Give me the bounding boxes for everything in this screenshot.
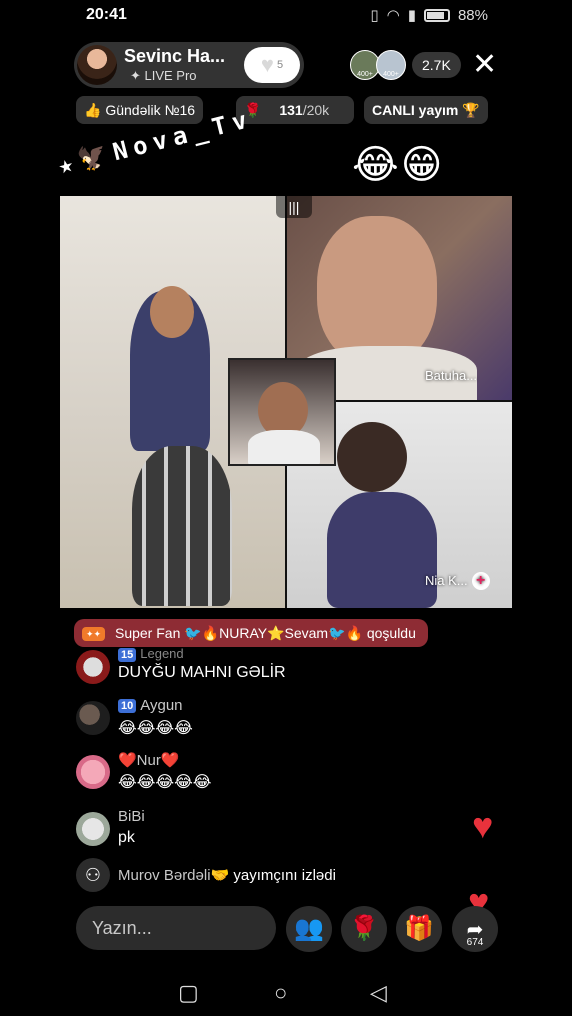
chat-message[interactable]: 10 Aygun 😂😂😂😂 (76, 697, 496, 743)
host-card[interactable]: Sevinc Ha... ✦ LIVE Pro ♥ 5 (74, 42, 304, 88)
guests-button[interactable]: 👥 (286, 906, 332, 952)
share-count: 674 (466, 937, 484, 948)
join-text: 🐦🔥NURAY⭐Sevam🐦🔥 qoşuldu (184, 625, 416, 641)
live-pill[interactable]: CANLI yayım 🏆 (364, 96, 488, 124)
system-nav-bar: ▢ ○ ◁ (0, 974, 572, 1008)
video-tile-guest-3[interactable] (228, 358, 336, 466)
chat-username: BiBi (118, 808, 145, 825)
join-banner: ✦✦ Super Fan 🐦🔥NURAY⭐Sevam🐦🔥 qoşuldu (74, 619, 428, 647)
chat-message[interactable]: ❤️Nur❤️ 😂😂😂😂😂 (76, 751, 496, 797)
gift-button[interactable]: 🎁 (396, 906, 442, 952)
level-badge: 15 (118, 647, 137, 662)
guest-1-label: Batuha... (425, 368, 478, 383)
chat-avatar[interactable] (76, 755, 110, 789)
battery-icon (423, 8, 450, 22)
chat-text: 😂😂😂😂 (118, 720, 193, 737)
follow-notice-user: Murov Bərdəli🤝 (118, 867, 230, 884)
video-grid[interactable]: Batuha... Nia K... + ||| (60, 196, 512, 608)
chat-message[interactable]: 15 Legend DUYĞU MAHNI GƏLİR (76, 646, 496, 686)
chat-username: 10 Aygun (118, 697, 183, 714)
recents-icon[interactable]: ▢ (178, 980, 199, 1006)
follow-count: 5 (277, 59, 284, 71)
chat-text: 😂😂😂😂😂 (118, 774, 212, 791)
host-face (150, 286, 194, 338)
level-badge: 10 (118, 699, 137, 714)
rose-icon: 🌹 (349, 915, 379, 942)
host-pants (132, 446, 232, 606)
follow-button[interactable]: ♥ 5 (244, 47, 300, 83)
super-fan-label: Super Fan (114, 625, 181, 641)
comment-input[interactable]: Yazın... (76, 906, 276, 950)
audio-icon: ||| (276, 196, 312, 218)
viewer-avatar[interactable]: 400+ (376, 50, 406, 80)
guests-icon: 👥 (294, 915, 324, 942)
viewer-list[interactable]: 400+ 400+ 2.7K (350, 50, 461, 80)
battery-level: 88% (457, 6, 488, 24)
chat-avatar[interactable] (76, 701, 110, 735)
host-name: Sevinc Ha... (124, 46, 226, 66)
chat-name: Legend (140, 646, 184, 661)
share-button[interactable]: ➦ 674 (452, 906, 498, 952)
chat-text: pk (118, 829, 135, 846)
home-icon[interactable]: ○ (274, 980, 287, 1006)
guest-2-body (327, 492, 437, 608)
super-fan-badge-icon: ✦✦ (82, 627, 106, 642)
guest-2-head (337, 422, 407, 492)
guest-2-label: Nia K... + (425, 572, 490, 590)
status-time: 20:41 (86, 6, 127, 23)
add-guest-icon[interactable]: + (471, 572, 490, 590)
rose-gift-button[interactable]: 🌹 (341, 906, 387, 952)
chat-username: ❤️Nur❤️ (118, 752, 180, 769)
daily-ranking-label: Gündəlik №16 (105, 102, 196, 118)
host-subtitle: ✦ LIVE Pro (130, 68, 197, 83)
thumbs-up-icon: 👍 (84, 102, 102, 118)
heart-icon: ♥ (260, 52, 274, 78)
back-icon[interactable]: ◁ (370, 980, 387, 1006)
close-icon[interactable]: ✕ (472, 50, 497, 80)
goal-current: 131 (279, 102, 303, 118)
emoji-overlay: 😂😁 (352, 143, 445, 187)
goal-pill[interactable]: 🌹 131/20k (236, 96, 354, 124)
chat-text: DUYĞU MAHNI GƏLİR (118, 664, 286, 681)
goal-total: /20k (302, 102, 330, 118)
chat-username: 15 Legend (118, 646, 184, 662)
viewer-count[interactable]: 2.7K (412, 52, 461, 78)
follow-notice: ⚇ Murov Bərdəli🤝 yayımçını izlədi (76, 858, 496, 894)
guest-3-shirt (248, 430, 320, 464)
floating-heart-icon: ♥ (472, 805, 494, 846)
signal-icon: ▮ (407, 7, 416, 24)
chat-name: Aygun (140, 697, 183, 714)
gift-icon: 🎁 (404, 915, 434, 942)
live-label: CANLI yayım (372, 102, 459, 118)
guest-2-name: Nia K... (425, 573, 468, 588)
chat-avatar[interactable] (76, 650, 110, 684)
status-bar: 20:41 ▯ ◠ ▮ 88% (0, 0, 572, 32)
host-avatar[interactable] (77, 45, 117, 85)
trophy-icon: 🏆 (462, 102, 480, 118)
chat-avatar[interactable] (76, 812, 110, 846)
follow-notice-action: yayımçını izlədi (233, 867, 336, 884)
guest-1-face (317, 216, 437, 366)
status-icons: ▯ ◠ ▮ 88% (370, 6, 488, 25)
follow-user-icon: ⚇ (76, 858, 110, 892)
follow-notice-text: Murov Bərdəli🤝 yayımçını izlədi (118, 866, 336, 884)
chat-message[interactable]: BiBi pk (76, 808, 496, 854)
wifi-icon: ◠ (386, 7, 400, 24)
vibrate-icon: ▯ (370, 7, 379, 24)
